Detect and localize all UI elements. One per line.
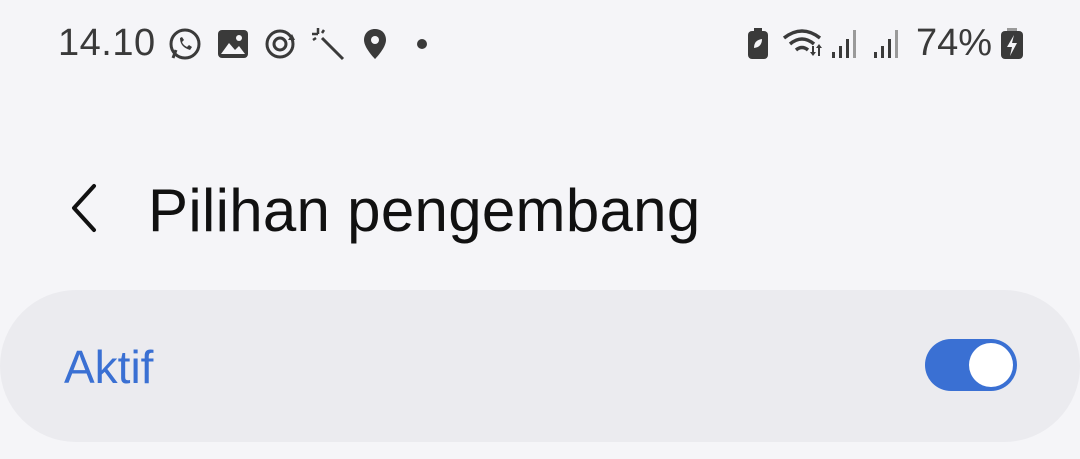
developer-options-screen: 14.10 74% Pilihan pengembang Aktif bbox=[0, 0, 1080, 459]
chevron-left-icon bbox=[72, 184, 96, 232]
status-bar: 14.10 74% bbox=[0, 0, 1080, 90]
magic-wand-icon bbox=[312, 28, 345, 61]
wifi-icon bbox=[782, 29, 822, 56]
signal-icon bbox=[874, 30, 898, 58]
battery-percent: 74% bbox=[916, 22, 993, 64]
page-title: Pilihan pengembang bbox=[148, 177, 701, 244]
whatsapp-icon bbox=[169, 28, 201, 60]
status-time: 14.10 bbox=[58, 22, 156, 64]
signal-icon bbox=[832, 30, 856, 58]
back-button[interactable] bbox=[52, 172, 116, 244]
location-icon bbox=[364, 29, 386, 59]
battery-saver-icon bbox=[748, 28, 768, 59]
master-toggle-label: Aktif bbox=[64, 341, 154, 393]
switch-knob bbox=[969, 343, 1013, 387]
master-toggle-switch[interactable] bbox=[925, 339, 1017, 391]
gallery-icon bbox=[218, 30, 248, 58]
battery-charging-icon bbox=[1001, 28, 1023, 59]
sync-icon bbox=[265, 29, 295, 59]
notification-dot-icon bbox=[417, 39, 427, 49]
master-toggle-card[interactable] bbox=[0, 290, 1080, 442]
